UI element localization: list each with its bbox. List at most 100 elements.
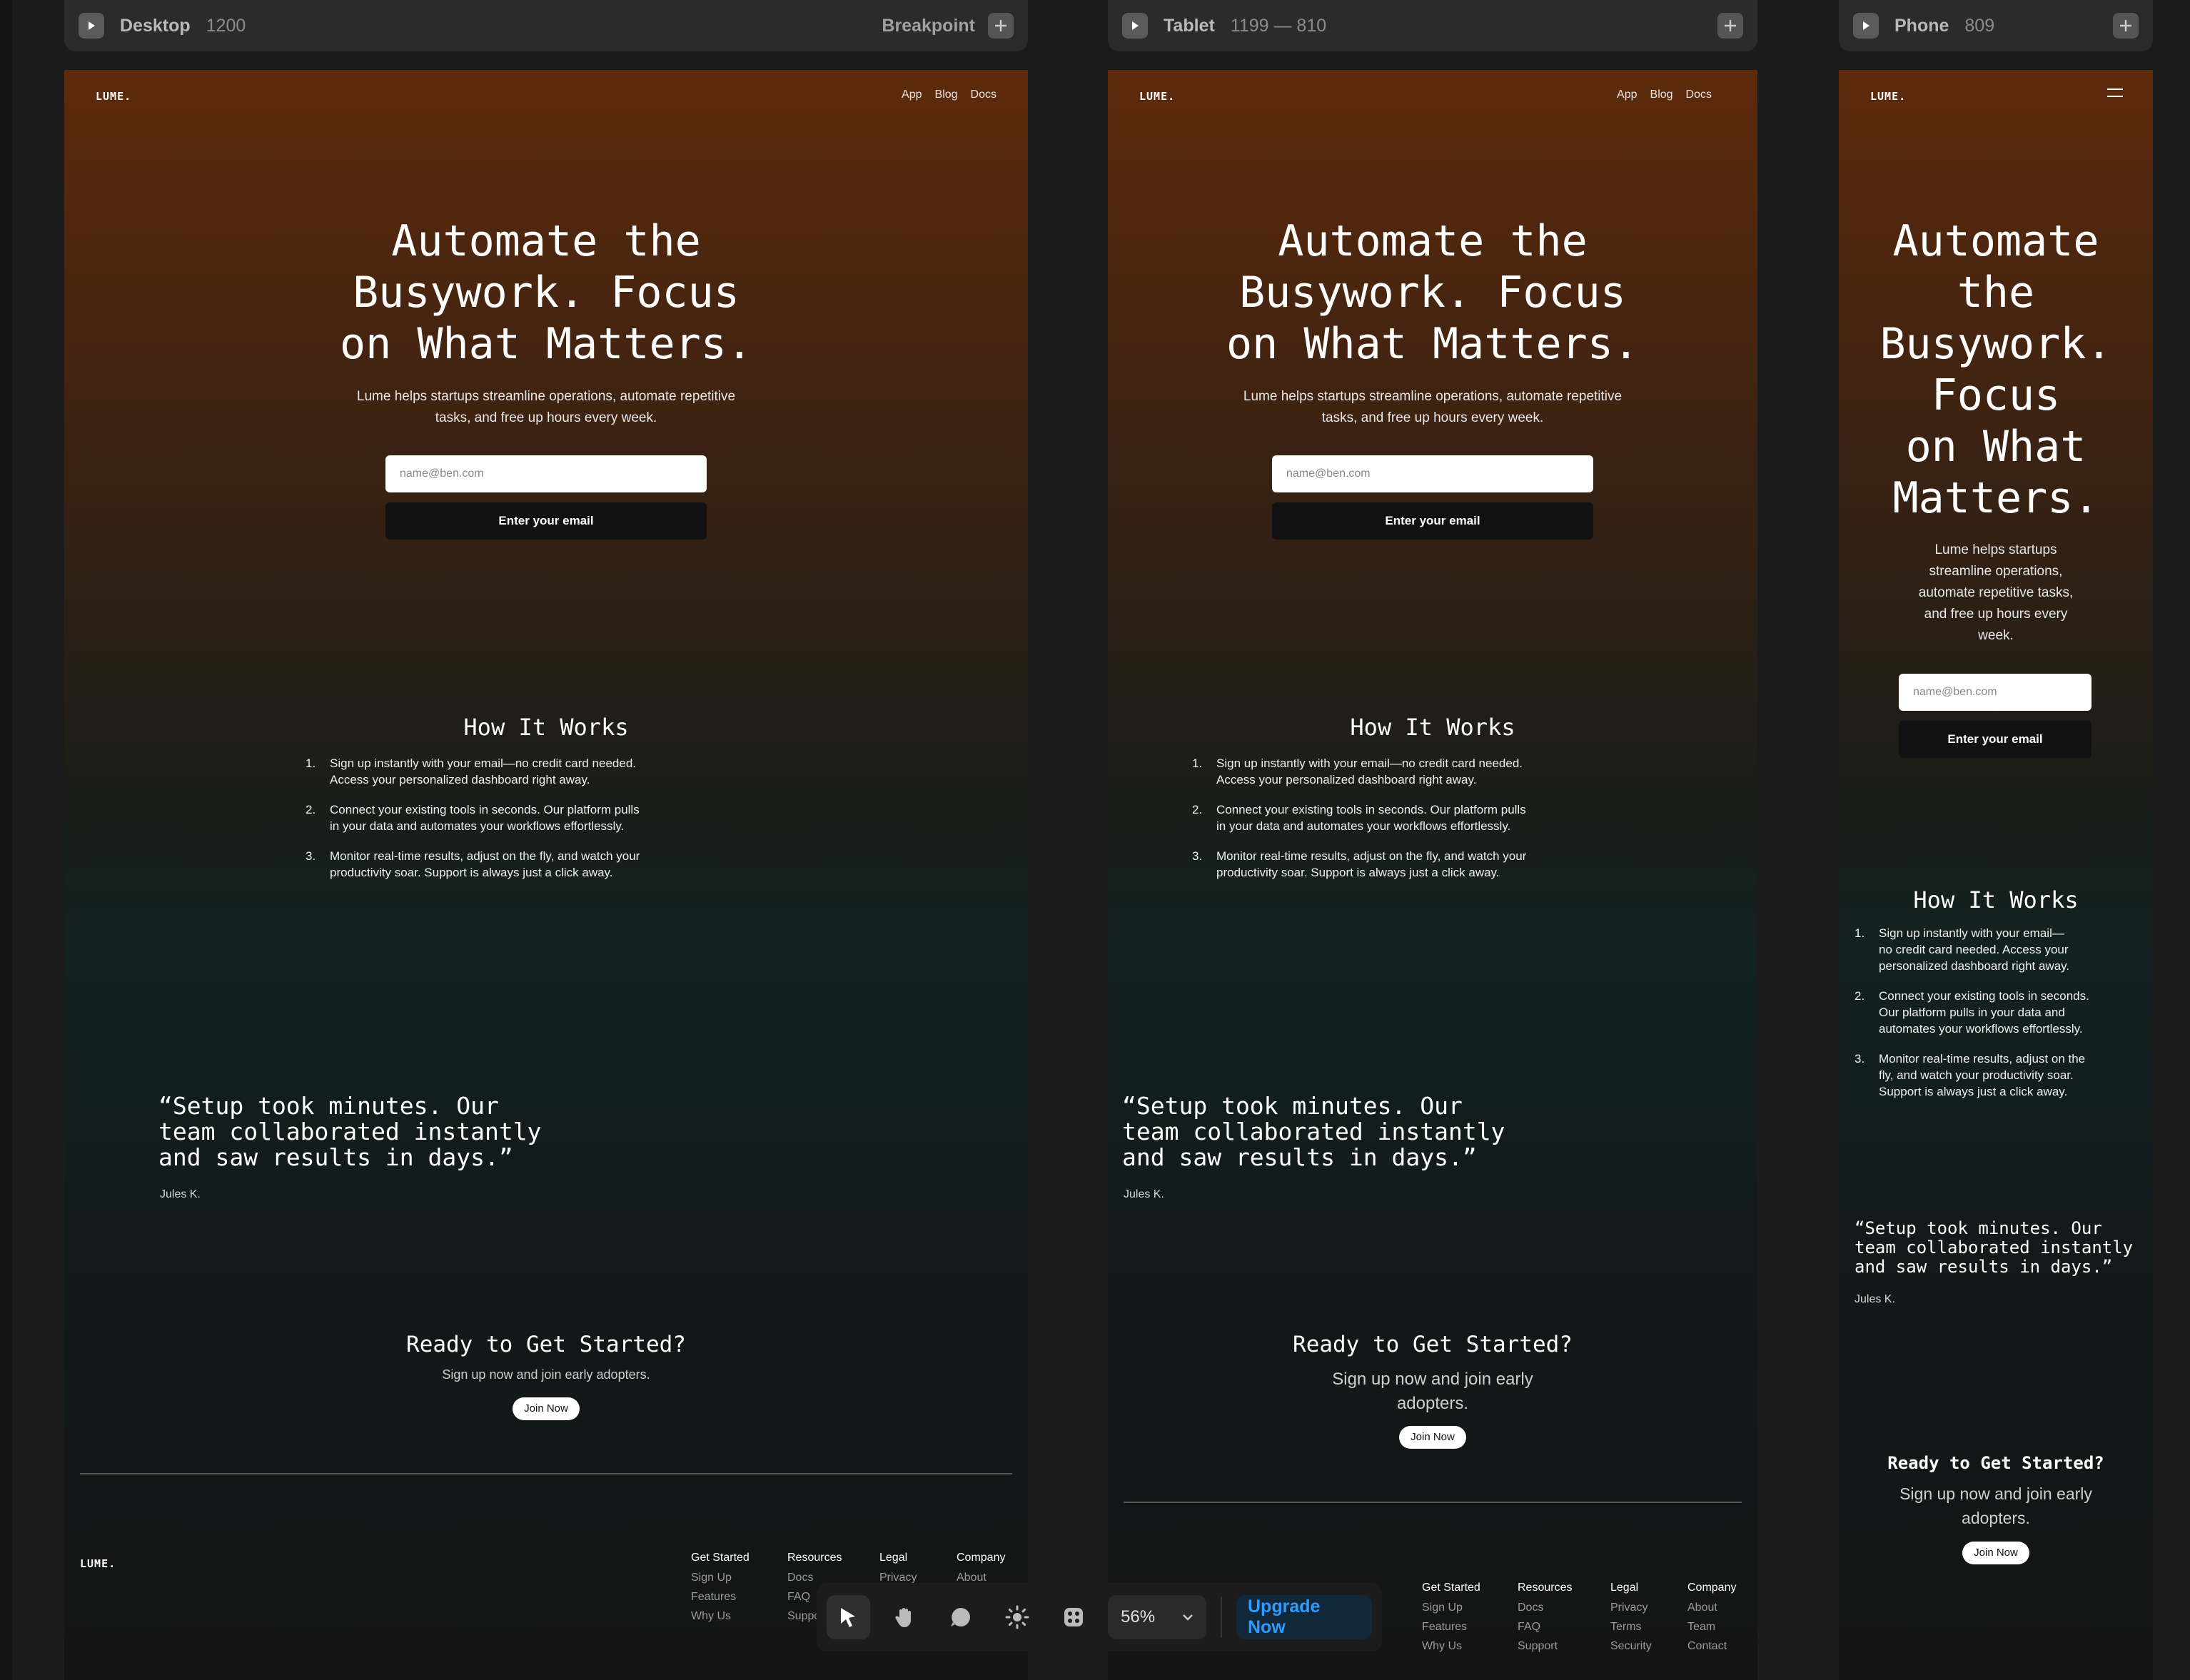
site-nav: LUME. (1839, 70, 2153, 127)
footer-column-legal: Legal Privacy Terms Security (1610, 1582, 1652, 1653)
enter-email-button[interactable]: Enter your email (385, 502, 707, 540)
nav-link-blog[interactable]: Blog (935, 88, 958, 101)
desktop-frame-bar: Desktop 1200 Breakpoint (64, 0, 1028, 51)
zoom-value: 56% (1121, 1607, 1156, 1626)
add-breakpoint-icon[interactable] (1717, 13, 1743, 39)
play-icon[interactable] (1122, 13, 1148, 39)
list-item: 1.Sign up instantly with your email—no c… (1192, 756, 1523, 786)
list-item: 2. Connect your existing tools in seconds… (306, 803, 640, 833)
select-tool-button[interactable] (827, 1595, 870, 1639)
ready-title: Ready to Get Started? (1887, 1453, 2104, 1473)
footer-link[interactable]: Contact (1687, 1640, 1736, 1653)
upgrade-button[interactable]: Upgrade Now (1236, 1595, 1373, 1639)
footer-link[interactable]: Sign Up (691, 1572, 750, 1584)
footer-link[interactable]: Privacy (1610, 1601, 1652, 1614)
sun-icon (1005, 1605, 1029, 1629)
comment-tool-button[interactable] (939, 1595, 983, 1639)
site-nav: LUME. App Blog Docs (64, 70, 1028, 127)
frame-name[interactable]: Tablet (1164, 16, 1215, 36)
hero-subtitle: Lume helps startups streamline operation… (1243, 389, 1623, 425)
list-item: 3. Monitor real-time results, adjust on t… (1192, 849, 1527, 879)
nav-link-docs[interactable]: Docs (1686, 88, 1712, 101)
ready-subtitle: Sign up now and join early adopters. (1899, 1484, 2092, 1527)
site-logo[interactable]: LUME. (1139, 90, 1175, 103)
testimonial-quote: “Setup took minutes. Our team collaborat… (1855, 1218, 2134, 1277)
list-item: 1.Sign up instantly with your email—no c… (1855, 926, 2070, 973)
frame-size: 1199 — 810 (1230, 15, 1327, 36)
frame-name[interactable]: Desktop (120, 16, 191, 36)
footer-link[interactable]: Features (1422, 1621, 1480, 1634)
site-logo[interactable]: LUME. (96, 90, 131, 103)
plugins-icon (1064, 1608, 1083, 1626)
chevron-down-icon (1183, 1614, 1193, 1621)
email-input[interactable] (1899, 674, 2091, 711)
theme-tool-button[interactable] (995, 1595, 1039, 1639)
play-icon[interactable] (1853, 13, 1879, 39)
footer-link[interactable]: Features (691, 1591, 750, 1604)
ready-subtitle: Sign up now and join early adopters. (1332, 1370, 1533, 1413)
list-item: 3. Monitor real-time results, adjust on t… (1855, 1052, 2086, 1098)
enter-email-button[interactable]: Enter your email (1272, 502, 1593, 540)
cursor-icon (841, 1608, 856, 1627)
email-input[interactable] (385, 455, 707, 492)
steps-list: 1.Sign up instantly with your email—no c… (1855, 925, 2140, 1113)
join-now-button[interactable]: Join Now (1399, 1426, 1466, 1449)
site-logo[interactable]: LUME. (1870, 90, 1906, 103)
frame-name[interactable]: Phone (1894, 16, 1949, 36)
footer-link[interactable]: Terms (1610, 1621, 1652, 1634)
play-icon[interactable] (79, 13, 104, 39)
email-input[interactable] (1272, 455, 1593, 492)
footer-link[interactable]: Docs (1518, 1601, 1572, 1614)
footer-column-get-started: Get Started Sign Up Features Why Us (1422, 1582, 1480, 1653)
join-now-button[interactable]: Join Now (1962, 1542, 2029, 1564)
footer-column-get-started: Get Started Sign Up Features Why Us (691, 1552, 750, 1623)
frame-size: 809 (1964, 15, 1995, 36)
enter-email-button[interactable]: Enter your email (1899, 721, 2091, 758)
phone-page: LUME. Automate the Busywork. Focus on Wh… (1839, 70, 2153, 1680)
ready-subtitle: Sign up now and join early adopters. (442, 1367, 650, 1382)
hand-tool-button[interactable] (883, 1595, 927, 1639)
hero-subtitle: Lume helps startups streamline operation… (1918, 542, 2074, 643)
footer-column-company: Company About Team Contact (1687, 1582, 1737, 1653)
how-it-works-title: How It Works (463, 714, 629, 741)
how-it-works-title: How It Works (1350, 714, 1515, 741)
hero-subtitle: Lume helps startups streamline operation… (356, 389, 736, 425)
left-edge (0, 0, 13, 1680)
tablet-page: LUME. App Blog Docs Automate the Busywor… (1108, 70, 1757, 1680)
footer-link[interactable]: Sign Up (1422, 1601, 1480, 1614)
steps-list: 1.Sign up instantly with your email—no c… (1192, 755, 1692, 894)
footer-link[interactable]: Support (1518, 1640, 1572, 1653)
list-item: 3. Monitor real-time results, adjust on t… (306, 849, 640, 879)
add-breakpoint-icon[interactable] (2113, 13, 2139, 39)
testimonial-author: Jules K. (1855, 1293, 1895, 1305)
join-now-button[interactable]: Join Now (513, 1397, 580, 1420)
editor-toolbar: 56% Upgrade Now (817, 1583, 1382, 1651)
nav-link-docs[interactable]: Docs (971, 88, 996, 101)
ready-title: Ready to Get Started? (406, 1332, 686, 1357)
nav-link-app[interactable]: App (902, 88, 922, 101)
hero-title: Automate the Busywork. Focus on What Mat… (1879, 216, 2112, 523)
site-nav: LUME. App Blog Docs (1108, 70, 1757, 127)
breakpoint-label[interactable]: Breakpoint (882, 16, 975, 36)
testimonial-quote: “Setup took minutes. Our team collaborat… (158, 1092, 542, 1171)
add-breakpoint-icon[interactable] (988, 13, 1014, 39)
testimonial-author: Jules K. (1124, 1188, 1164, 1200)
how-it-works-title: How It Works (1913, 886, 2079, 914)
tablet-frame-bar: Tablet 1199 — 810 (1108, 0, 1757, 51)
footer-link[interactable]: Security (1610, 1640, 1652, 1653)
list-item: 2. Connect your existing tools in seconds… (1855, 989, 2089, 1036)
plugins-tool-button[interactable] (1051, 1595, 1095, 1639)
toolbar-separator (1221, 1596, 1222, 1638)
footer-divider (80, 1473, 1012, 1474)
nav-link-app[interactable]: App (1617, 88, 1637, 101)
footer-link[interactable]: Why Us (1422, 1640, 1480, 1653)
footer-link[interactable]: Team (1687, 1621, 1736, 1634)
menu-icon[interactable] (2107, 88, 2123, 100)
ready-title: Ready to Get Started? (1293, 1332, 1573, 1357)
footer-link[interactable]: Why Us (691, 1610, 750, 1623)
nav-link-blog[interactable]: Blog (1650, 88, 1673, 101)
footer-link[interactable]: FAQ (1518, 1621, 1572, 1634)
footer-logo[interactable]: LUME. (80, 1557, 116, 1570)
footer-link[interactable]: About (1687, 1601, 1736, 1614)
zoom-select[interactable]: 56% (1108, 1595, 1207, 1639)
